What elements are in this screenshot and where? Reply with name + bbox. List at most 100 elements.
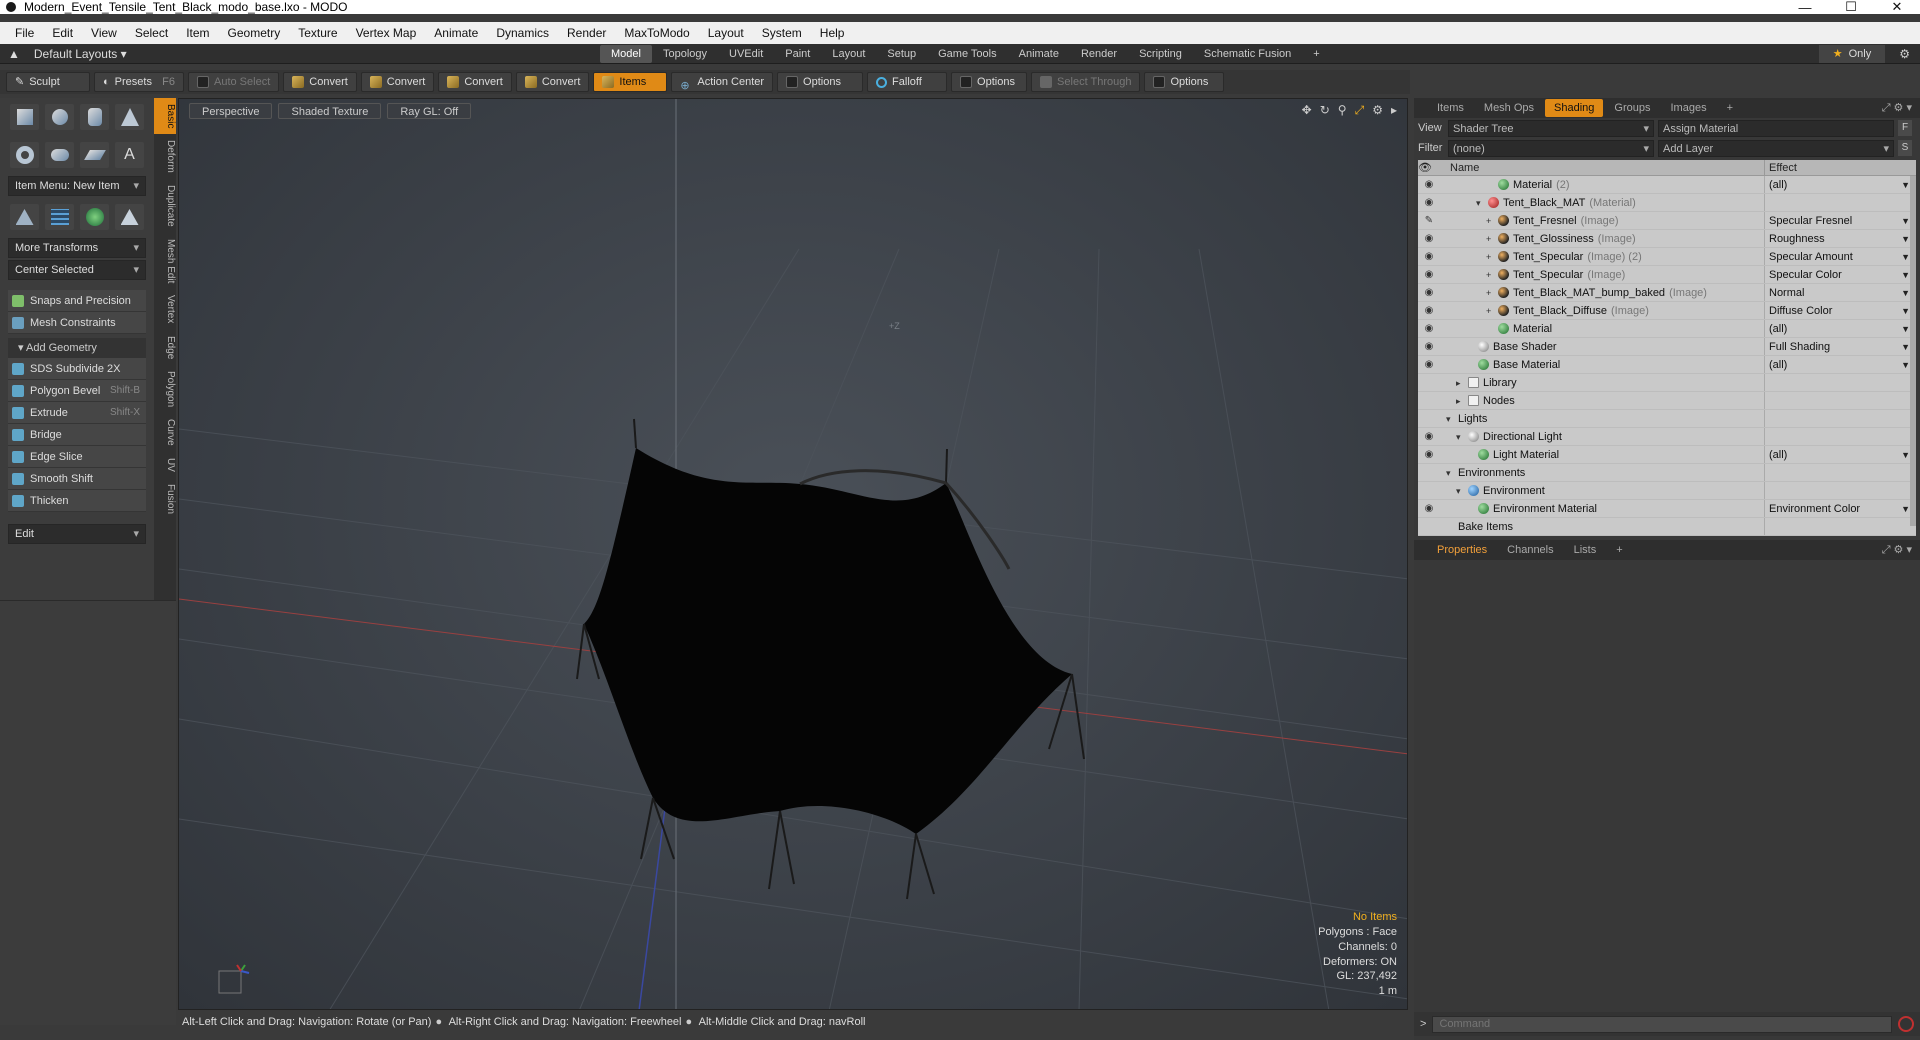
effect-dropdown[interactable]: (all) ▼ bbox=[1765, 356, 1916, 373]
maximize-button[interactable]: ☐ bbox=[1828, 0, 1874, 15]
expand-toggle-icon[interactable]: + bbox=[1486, 212, 1494, 230]
shader-tree-row[interactable]: Bake Items bbox=[1418, 518, 1916, 536]
shader-tree-row[interactable]: ◉ Environment Material Environment Color ▼ bbox=[1418, 500, 1916, 518]
shader-tree-row[interactable]: ◉ Base Material (all) ▼ bbox=[1418, 356, 1916, 374]
effect-dropdown[interactable]: Normal ▼ bbox=[1765, 284, 1916, 301]
smooth-shift-button[interactable]: Smooth Shift bbox=[8, 468, 146, 490]
effect-dropdown[interactable]: Environment Color ▼ bbox=[1765, 500, 1916, 517]
convert-vertex-button[interactable]: Convert bbox=[283, 72, 357, 92]
name-column-header[interactable]: Name bbox=[1440, 160, 1765, 175]
visibility-eye-icon[interactable]: ◉ bbox=[1418, 356, 1440, 373]
shader-tree-row[interactable]: ▸ Library bbox=[1418, 374, 1916, 392]
shader-tree-row[interactable]: ✎ + Tent_Fresnel (Image) Specular Fresnel ▼ bbox=[1418, 212, 1916, 230]
visibility-eye-icon[interactable] bbox=[1418, 464, 1440, 481]
tab-images[interactable]: Images bbox=[1662, 99, 1716, 117]
raygl-button[interactable]: Ray GL: Off bbox=[387, 103, 472, 119]
expand-toggle-icon[interactable]: + bbox=[1486, 302, 1494, 320]
sculpt-button[interactable]: ✎ Sculpt bbox=[6, 72, 90, 92]
panel-options-icon[interactable]: ⤢ ⚙ ▾ bbox=[1882, 101, 1920, 115]
expand-toggle-icon[interactable]: + bbox=[1486, 248, 1494, 266]
pen-icon[interactable] bbox=[80, 142, 109, 168]
side-tab-basic[interactable]: Basic bbox=[154, 98, 176, 135]
add-geometry-header[interactable]: ▾ Add Geometry bbox=[8, 338, 146, 358]
snaps-precision-button[interactable]: Snaps and Precision bbox=[8, 290, 146, 312]
visibility-eye-icon[interactable]: ◉ bbox=[1418, 284, 1440, 301]
locator-icon[interactable] bbox=[10, 204, 39, 230]
effect-dropdown[interactable]: (all) ▼ bbox=[1765, 176, 1916, 193]
shader-tree-row[interactable]: ◉ ▾ Tent_Black_MAT (Material) bbox=[1418, 194, 1916, 212]
visibility-eye-icon[interactable]: ◉ bbox=[1418, 302, 1440, 319]
effect-dropdown[interactable]: (all) ▼ bbox=[1765, 320, 1916, 337]
effect-column-header[interactable]: Effect bbox=[1765, 160, 1916, 175]
menu-item[interactable]: Item bbox=[177, 26, 218, 40]
fit-icon[interactable]: ⤢ bbox=[1355, 103, 1365, 118]
expand-toggle-icon[interactable]: ▾ bbox=[1456, 428, 1464, 446]
menu-vertex-map[interactable]: Vertex Map bbox=[347, 26, 426, 40]
shader-tree-row[interactable]: ◉ + Tent_Glossiness (Image) Roughness ▼ bbox=[1418, 230, 1916, 248]
visibility-eye-icon[interactable] bbox=[1418, 410, 1440, 427]
pan-icon[interactable]: ✥ bbox=[1302, 103, 1312, 118]
menu-layout[interactable]: Layout bbox=[699, 26, 753, 40]
visibility-eye-icon[interactable]: ◉ bbox=[1418, 338, 1440, 355]
effect-dropdown[interactable]: Specular Fresnel ▼ bbox=[1765, 212, 1916, 229]
tab-layout[interactable]: Layout bbox=[821, 45, 876, 63]
select-options-button[interactable]: Options bbox=[1144, 72, 1225, 92]
command-input[interactable] bbox=[1432, 1015, 1892, 1033]
side-tab-deform[interactable]: Deform bbox=[154, 134, 176, 179]
effect-dropdown[interactable]: Full Shading ▼ bbox=[1765, 338, 1916, 355]
minimize-button[interactable]: — bbox=[1782, 0, 1828, 15]
action-center-options-button[interactable]: Options bbox=[777, 72, 864, 92]
side-tab-edge[interactable]: Edge bbox=[154, 330, 176, 365]
tab-render[interactable]: Render bbox=[1070, 45, 1128, 63]
expand-toggle-icon[interactable]: + bbox=[1486, 230, 1494, 248]
filter-dropdown[interactable]: (none) ▾ bbox=[1448, 139, 1654, 157]
visibility-eye-icon[interactable] bbox=[1418, 392, 1440, 409]
grid-icon[interactable] bbox=[45, 204, 74, 230]
pyramid-icon[interactable] bbox=[115, 204, 144, 230]
menu-select[interactable]: Select bbox=[126, 26, 177, 40]
add-layer-dropdown[interactable]: Add Layer ▾ bbox=[1658, 139, 1894, 157]
mesh-constraints-button[interactable]: Mesh Constraints bbox=[8, 312, 146, 334]
effect-dropdown[interactable]: Diffuse Color ▼ bbox=[1765, 302, 1916, 319]
text-icon[interactable]: A bbox=[115, 142, 144, 168]
polygon-bevel-button[interactable]: Polygon Bevel Shift-B bbox=[8, 380, 146, 402]
expand-toggle-icon[interactable]: ▾ bbox=[1446, 464, 1454, 482]
menu-animate[interactable]: Animate bbox=[425, 26, 487, 40]
tab-animate[interactable]: Animate bbox=[1008, 45, 1070, 63]
rotate-icon[interactable]: ↻ bbox=[1320, 103, 1330, 118]
shader-tree-row[interactable]: ◉ + Tent_Specular (Image) Specular Color ▼ bbox=[1418, 266, 1916, 284]
visibility-eye-icon[interactable] bbox=[1418, 482, 1440, 499]
edit-dropdown[interactable]: Edit ▾ bbox=[8, 524, 146, 544]
effect-dropdown[interactable]: Specular Color ▼ bbox=[1765, 266, 1916, 283]
menu-dynamics[interactable]: Dynamics bbox=[487, 26, 558, 40]
perspective-view-button[interactable]: Perspective bbox=[189, 103, 273, 119]
tab-game-tools[interactable]: Game Tools bbox=[927, 45, 1008, 63]
close-button[interactable]: ✕ bbox=[1874, 0, 1920, 15]
falloff-options-button[interactable]: Options bbox=[951, 72, 1028, 92]
menu-system[interactable]: System bbox=[753, 26, 811, 40]
properties-options-icon[interactable]: ⤢ ⚙ ▾ bbox=[1882, 543, 1920, 557]
shader-tree-row[interactable]: ▸ Nodes bbox=[1418, 392, 1916, 410]
visibility-eye-icon[interactable]: ◉ bbox=[1418, 500, 1440, 517]
add-properties-tab-button[interactable]: + bbox=[1607, 541, 1631, 559]
gear-icon[interactable]: ⚙ bbox=[1899, 47, 1910, 61]
side-tab-polygon[interactable]: Polygon bbox=[154, 365, 176, 413]
visibility-eye-icon[interactable]: ◉ bbox=[1418, 266, 1440, 283]
view-dropdown[interactable]: Shader Tree ▾ bbox=[1448, 119, 1654, 137]
record-icon[interactable] bbox=[1898, 1016, 1914, 1032]
expand-toggle-icon[interactable]: ▸ bbox=[1456, 392, 1464, 410]
shader-tree-row[interactable]: ◉ Light Material (all) ▼ bbox=[1418, 446, 1916, 464]
tab-paint[interactable]: Paint bbox=[774, 45, 821, 63]
convert-edge-button[interactable]: Convert bbox=[360, 72, 435, 92]
menu-texture[interactable]: Texture bbox=[289, 26, 346, 40]
effect-dropdown[interactable]: Specular Amount ▼ bbox=[1765, 248, 1916, 265]
expand-toggle-icon[interactable]: ▾ bbox=[1446, 410, 1454, 428]
layout-collapse-icon[interactable]: ▲ bbox=[8, 47, 20, 61]
tab-setup[interactable]: Setup bbox=[876, 45, 927, 63]
shader-tree-row[interactable]: ◉ Material (all) ▼ bbox=[1418, 320, 1916, 338]
menu-help[interactable]: Help bbox=[811, 26, 854, 40]
menu-file[interactable]: File bbox=[6, 26, 43, 40]
visibility-eye-icon[interactable]: ◉ bbox=[1418, 230, 1440, 247]
effect-dropdown[interactable]: (all) ▼ bbox=[1765, 446, 1916, 463]
sphere-icon[interactable] bbox=[45, 104, 74, 130]
